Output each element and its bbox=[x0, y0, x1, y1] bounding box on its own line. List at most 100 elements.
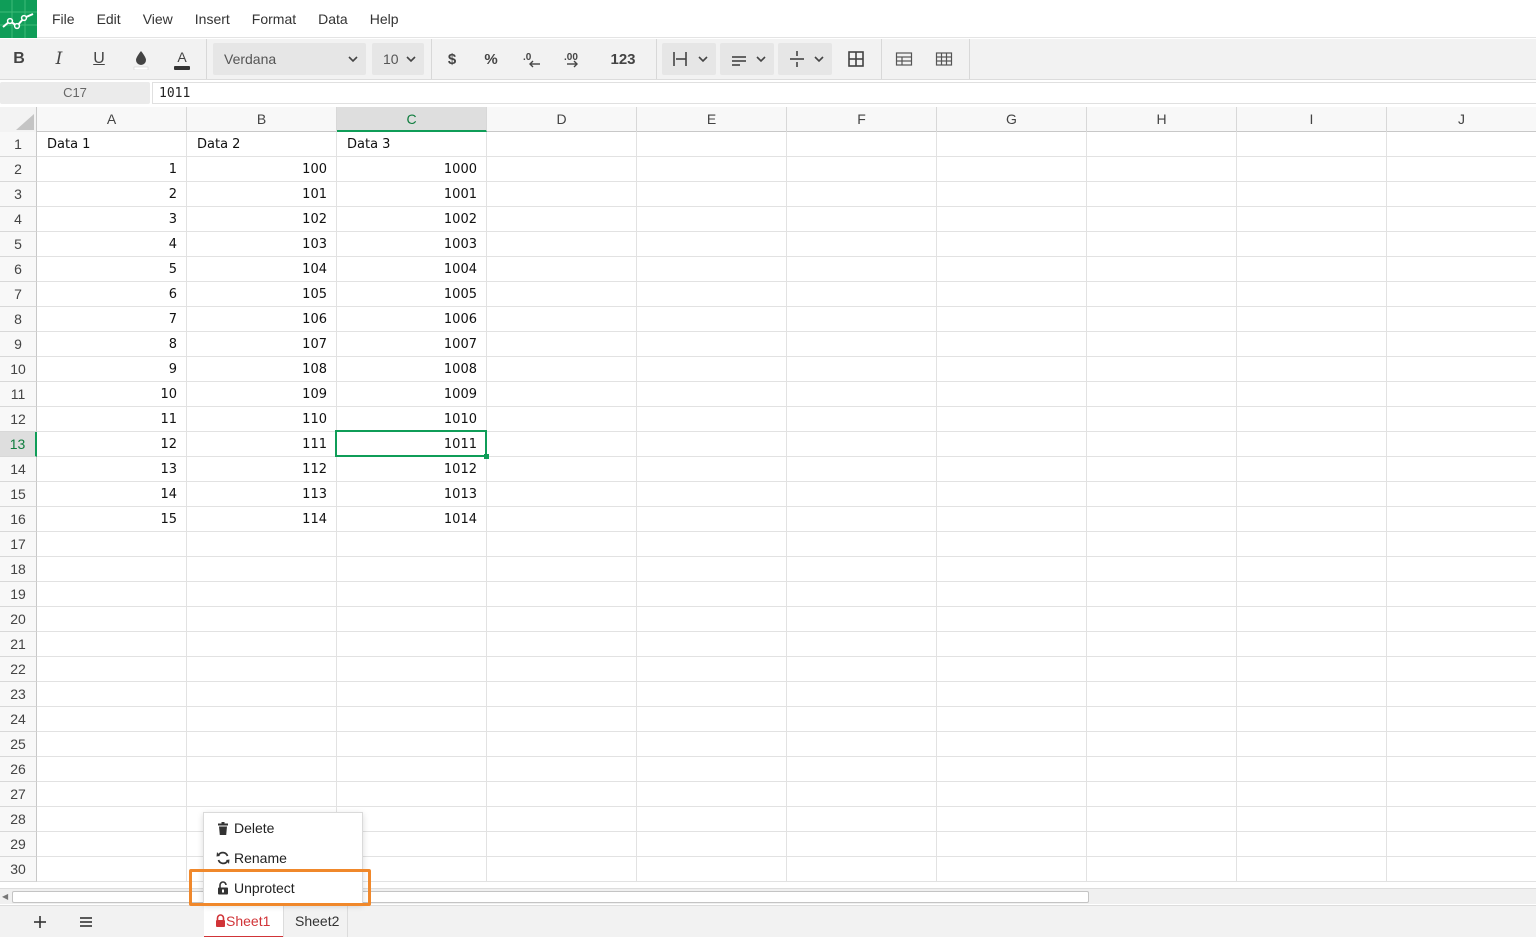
data-cell[interactable]: 1001 bbox=[337, 182, 487, 207]
data-cell[interactable]: 12 bbox=[37, 432, 187, 457]
row-header-12[interactable]: 12 bbox=[0, 407, 37, 432]
column-header-a[interactable]: A bbox=[37, 107, 187, 132]
data-cell[interactable]: 109 bbox=[187, 382, 337, 407]
data-cell[interactable]: 1010 bbox=[337, 407, 487, 432]
scrollbar-thumb[interactable] bbox=[12, 891, 1089, 903]
data-cell[interactable]: 5 bbox=[37, 257, 187, 282]
name-box[interactable]: C17 bbox=[0, 82, 150, 104]
vertical-align-dropdown[interactable] bbox=[720, 43, 774, 75]
menu-data[interactable]: Data bbox=[307, 1, 359, 37]
column-header-e[interactable]: E bbox=[637, 107, 787, 132]
column-header-j[interactable]: J bbox=[1387, 107, 1536, 132]
data-cell[interactable]: 1005 bbox=[337, 282, 487, 307]
data-cell[interactable]: 111 bbox=[187, 432, 337, 457]
data-cell[interactable]: 1006 bbox=[337, 307, 487, 332]
data-cell[interactable]: 1004 bbox=[337, 257, 487, 282]
number-format-button[interactable]: 123 bbox=[600, 43, 646, 75]
row-header-23[interactable]: 23 bbox=[0, 682, 37, 707]
data-cell[interactable]: 6 bbox=[37, 282, 187, 307]
data-cell[interactable]: 104 bbox=[187, 257, 337, 282]
menu-format[interactable]: Format bbox=[241, 1, 307, 37]
data-cell[interactable]: 2 bbox=[37, 182, 187, 207]
row-header-4[interactable]: 4 bbox=[0, 207, 37, 232]
data-cell[interactable]: 113 bbox=[187, 482, 337, 507]
underline-button[interactable]: U bbox=[84, 43, 114, 75]
menu-help[interactable]: Help bbox=[359, 1, 410, 37]
percent-format-button[interactable]: % bbox=[476, 43, 506, 75]
column-header-h[interactable]: H bbox=[1087, 107, 1237, 132]
row-header-2[interactable]: 2 bbox=[0, 157, 37, 182]
data-cell[interactable]: 14 bbox=[37, 482, 187, 507]
row-header-27[interactable]: 27 bbox=[0, 782, 37, 807]
header-cell[interactable]: Data 3 bbox=[337, 132, 487, 157]
font-size-select[interactable]: 10 bbox=[372, 43, 424, 75]
header-cell[interactable]: Data 1 bbox=[37, 132, 187, 157]
data-cell[interactable]: 3 bbox=[37, 207, 187, 232]
data-cell[interactable]: 1000 bbox=[337, 157, 487, 182]
data-cell[interactable]: 101 bbox=[187, 182, 337, 207]
data-cell[interactable]: 1002 bbox=[337, 207, 487, 232]
row-header-22[interactable]: 22 bbox=[0, 657, 37, 682]
row-header-24[interactable]: 24 bbox=[0, 707, 37, 732]
data-cell[interactable]: 7 bbox=[37, 307, 187, 332]
data-cell[interactable]: 105 bbox=[187, 282, 337, 307]
data-cell[interactable]: 10 bbox=[37, 382, 187, 407]
font-family-select[interactable]: Verdana bbox=[213, 43, 366, 75]
data-cell[interactable]: 1003 bbox=[337, 232, 487, 257]
data-cell[interactable]: 15 bbox=[37, 507, 187, 532]
row-header-5[interactable]: 5 bbox=[0, 232, 37, 257]
row-header-8[interactable]: 8 bbox=[0, 307, 37, 332]
row-header-11[interactable]: 11 bbox=[0, 382, 37, 407]
scroll-left-icon[interactable]: ◀ bbox=[2, 892, 8, 901]
data-cell[interactable]: 1014 bbox=[337, 507, 487, 532]
data-cell[interactable]: 1007 bbox=[337, 332, 487, 357]
data-cell[interactable]: 9 bbox=[37, 357, 187, 382]
row-header-18[interactable]: 18 bbox=[0, 557, 37, 582]
borders-button[interactable] bbox=[840, 43, 872, 75]
row-header-14[interactable]: 14 bbox=[0, 457, 37, 482]
data-cell[interactable]: 13 bbox=[37, 457, 187, 482]
row-header-28[interactable]: 28 bbox=[0, 807, 37, 832]
row-header-30[interactable]: 30 bbox=[0, 857, 37, 882]
row-header-3[interactable]: 3 bbox=[0, 182, 37, 207]
currency-format-button[interactable]: $ bbox=[438, 43, 466, 75]
row-header-15[interactable]: 15 bbox=[0, 482, 37, 507]
select-all-corner[interactable] bbox=[0, 107, 37, 132]
unprotect-sheet-menu-item[interactable]: Unprotect bbox=[204, 873, 362, 903]
data-cell[interactable]: 100 bbox=[187, 157, 337, 182]
column-header-c[interactable]: C bbox=[337, 107, 487, 132]
italic-button[interactable]: I bbox=[44, 43, 74, 75]
column-header-f[interactable]: F bbox=[787, 107, 937, 132]
data-cell[interactable]: 1012 bbox=[337, 457, 487, 482]
row-header-6[interactable]: 6 bbox=[0, 257, 37, 282]
row-header-1[interactable]: 1 bbox=[0, 132, 37, 157]
data-cell[interactable]: 112 bbox=[187, 457, 337, 482]
column-header-b[interactable]: B bbox=[187, 107, 337, 132]
row-header-17[interactable]: 17 bbox=[0, 532, 37, 557]
menu-insert[interactable]: Insert bbox=[184, 1, 241, 37]
column-header-g[interactable]: G bbox=[937, 107, 1087, 132]
data-cell[interactable]: 103 bbox=[187, 232, 337, 257]
data-cell[interactable]: 11 bbox=[37, 407, 187, 432]
delete-sheet-menu-item[interactable]: Delete bbox=[204, 813, 362, 843]
data-cell[interactable]: 8 bbox=[37, 332, 187, 357]
row-header-7[interactable]: 7 bbox=[0, 282, 37, 307]
fill-handle[interactable] bbox=[484, 454, 489, 459]
row-header-29[interactable]: 29 bbox=[0, 832, 37, 857]
data-cell[interactable]: 114 bbox=[187, 507, 337, 532]
data-cell[interactable]: 107 bbox=[187, 332, 337, 357]
app-logo[interactable] bbox=[0, 0, 37, 38]
menu-view[interactable]: View bbox=[132, 1, 184, 37]
horizontal-align-dropdown[interactable] bbox=[662, 43, 716, 75]
row-header-10[interactable]: 10 bbox=[0, 357, 37, 382]
sheet-tab-sheet2[interactable]: Sheet2 bbox=[283, 906, 348, 937]
data-cell[interactable]: 102 bbox=[187, 207, 337, 232]
freeze-rows-button[interactable] bbox=[888, 43, 920, 75]
sheet-list-button[interactable] bbox=[71, 910, 101, 934]
freeze-columns-button[interactable] bbox=[928, 43, 960, 75]
data-cell[interactable]: 4 bbox=[37, 232, 187, 257]
column-header-d[interactable]: D bbox=[487, 107, 637, 132]
fill-color-button[interactable] bbox=[126, 43, 156, 75]
data-cell[interactable]: 110 bbox=[187, 407, 337, 432]
menu-file[interactable]: File bbox=[41, 1, 86, 37]
